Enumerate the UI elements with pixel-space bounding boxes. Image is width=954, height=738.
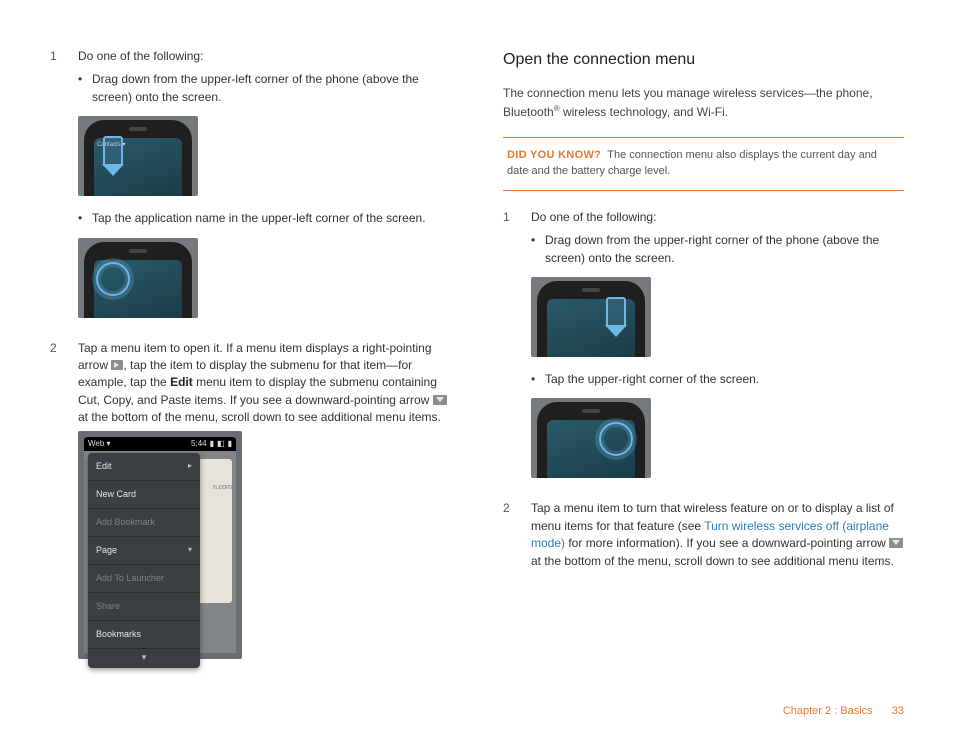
right-column: Open the connection menu The connection … (503, 48, 904, 681)
chevron-right-icon: ▸ (188, 460, 192, 472)
right-step-2: 2 Tap a menu item to turn that wireless … (503, 500, 904, 570)
figure-app-menu: Web ▾ 5:44 ▮ ◧ ▮ n.com E (78, 431, 451, 659)
menu-item-bookmarks[interactable]: Bookmarks (88, 621, 200, 649)
signal-icon: ▮ (210, 438, 214, 450)
menu-scroll-down-icon: ▾ (88, 649, 200, 668)
menu-item-add-bookmark[interactable]: Add Bookmark (88, 509, 200, 537)
chevron-down-icon: ▾ (188, 544, 192, 556)
left-step-1: 1 Do one of the following: • Drag down f… (50, 48, 451, 332)
section-heading: Open the connection menu (503, 48, 904, 71)
menu-item-page[interactable]: Page▾ (88, 537, 200, 565)
figure-drag-upper-right (531, 277, 904, 357)
footer-chapter: Chapter 2 : Basics (783, 705, 873, 717)
left-step-2: 2 Tap a menu item to open it. If a menu … (50, 340, 451, 673)
step-text: Tap a menu item to open it. If a menu it… (78, 340, 451, 427)
arrow-right-icon (111, 360, 123, 370)
figure-tap-upper-right (531, 398, 904, 478)
battery-icon: ▮ (228, 438, 232, 450)
step-text: Do one of the following: (78, 48, 451, 65)
step-number: 1 (503, 209, 531, 493)
intro-paragraph: The connection menu lets you manage wire… (503, 85, 904, 121)
step-number: 1 (50, 48, 78, 332)
menu-item-new-card[interactable]: New Card (88, 481, 200, 509)
arrow-down-icon (433, 395, 447, 405)
figure-drag-upper-left: Contacts ▾ (78, 116, 451, 196)
page-footer: Chapter 2 : Basics 33 (783, 704, 904, 720)
swipe-down-arrow-icon (100, 136, 126, 176)
wifi-icon: ◧ (217, 438, 225, 450)
step-text: Do one of the following: (531, 209, 904, 226)
menu-item-edit[interactable]: Edit▸ (88, 453, 200, 481)
menu-item-add-to-launcher[interactable]: Add To Launcher (88, 565, 200, 593)
right-step-1: 1 Do one of the following: • Drag down f… (503, 209, 904, 493)
footer-page-number: 33 (892, 705, 904, 717)
swipe-down-arrow-icon (603, 297, 629, 337)
left-column: 1 Do one of the following: • Drag down f… (50, 48, 451, 681)
arrow-down-icon (889, 538, 903, 548)
step-text: Tap a menu item to turn that wireless fe… (531, 500, 904, 570)
background-card: n.com (198, 459, 232, 603)
left-bullet-2: • Tap the application name in the upper-… (78, 210, 451, 227)
phone-status-bar: Web ▾ 5:44 ▮ ◧ ▮ (84, 437, 236, 451)
step-number: 2 (503, 500, 531, 570)
right-bullet-2: • Tap the upper-right corner of the scre… (531, 371, 904, 388)
left-bullet-1: • Drag down from the upper-left corner o… (78, 71, 451, 106)
figure-tap-upper-left (78, 238, 451, 318)
tap-ring-icon (96, 262, 130, 296)
right-bullet-1: • Drag down from the upper-right corner … (531, 232, 904, 267)
menu-item-share[interactable]: Share (88, 593, 200, 621)
step-number: 2 (50, 340, 78, 673)
callout-lead: DID YOU KNOW? (507, 149, 601, 161)
did-you-know-callout: DID YOU KNOW? The connection menu also d… (503, 137, 904, 191)
app-menu: Edit▸ New Card Add Bookmark Page▾ Add To… (88, 453, 200, 668)
